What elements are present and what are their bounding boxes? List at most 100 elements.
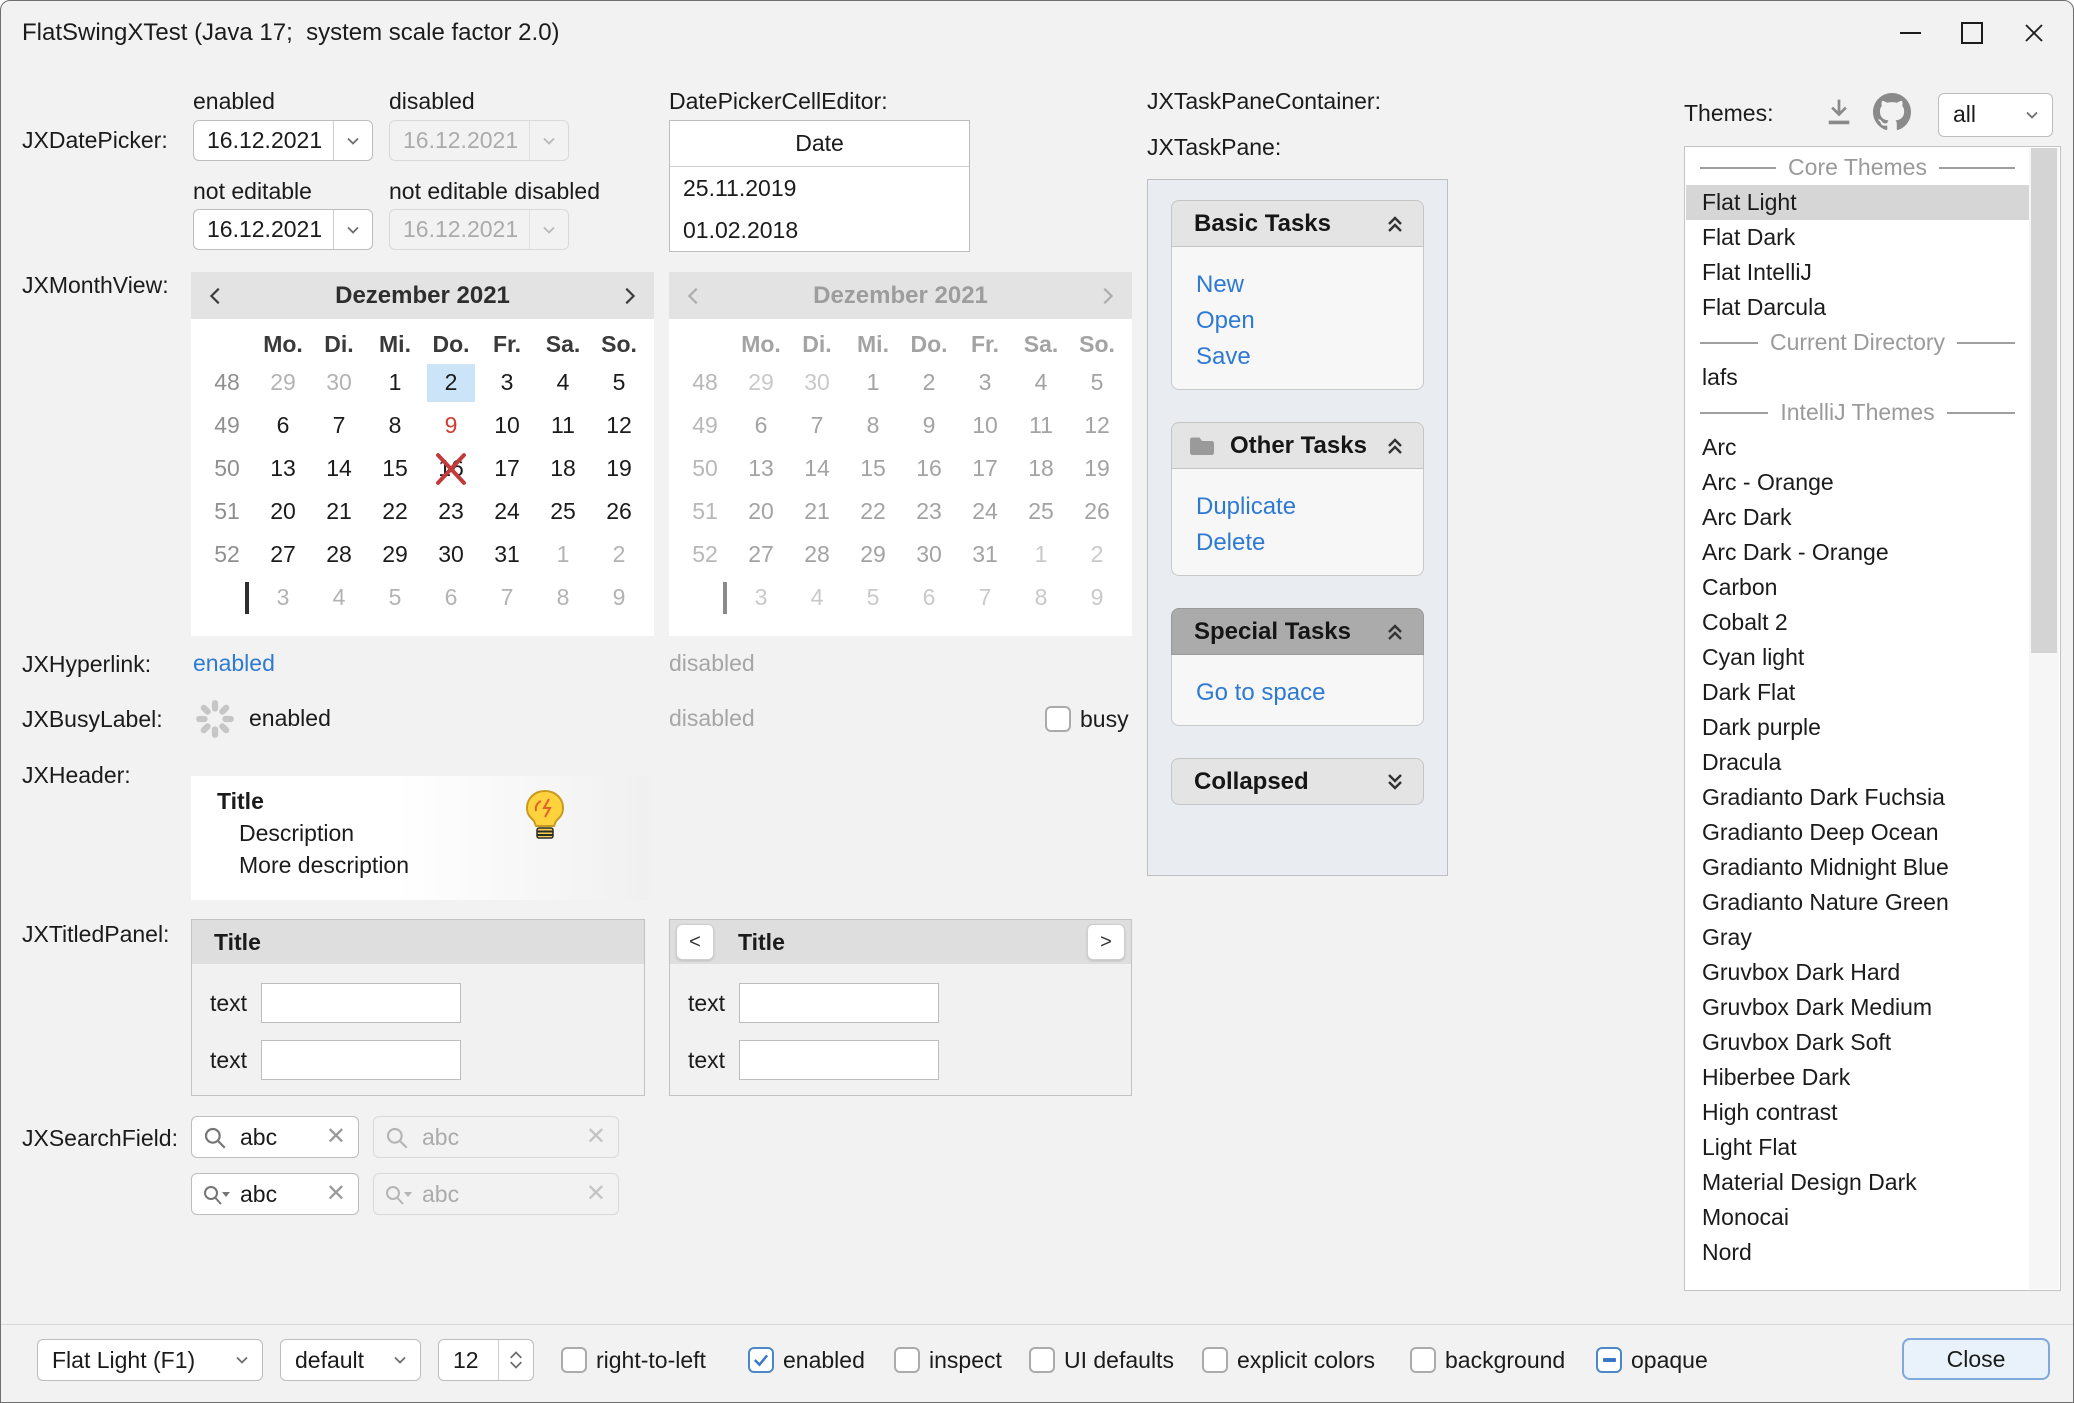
calendar-day[interactable]: 1 [535, 533, 591, 576]
text-field[interactable] [739, 983, 939, 1023]
calendar-day[interactable]: 27 [255, 533, 311, 576]
checkbox-unchecked[interactable] [894, 1347, 920, 1373]
task-link[interactable]: Save [1196, 339, 1423, 375]
checkbox-unchecked[interactable] [1410, 1347, 1436, 1373]
theme-item[interactable]: Dark Flat [1686, 675, 2029, 710]
calendar-day[interactable]: 8 [367, 404, 423, 447]
taskpane-header[interactable]: Special Tasks [1171, 608, 1424, 655]
theme-item[interactable]: Flat Dark [1686, 220, 2029, 255]
minimize-button[interactable] [1879, 1, 1941, 65]
busy-checkbox[interactable]: busy [1045, 702, 1129, 736]
prev-button[interactable]: < [676, 924, 714, 960]
next-month-button[interactable] [604, 285, 654, 307]
task-link[interactable]: Go to space [1196, 675, 1423, 711]
spinner-value[interactable]: 12 [453, 1340, 479, 1380]
toolbar-checkbox[interactable]: enabled [748, 1339, 865, 1381]
clear-icon[interactable]: ✕ [326, 1117, 346, 1157]
checkbox-checked[interactable] [748, 1347, 774, 1373]
search-input[interactable]: abc [240, 1117, 277, 1157]
text-field[interactable] [739, 1040, 939, 1080]
chevron-double-up-icon[interactable] [1383, 434, 1423, 458]
calendar-day[interactable]: 12 [591, 404, 647, 447]
calendar-day[interactable]: 26 [591, 490, 647, 533]
theme-item[interactable]: Material Design Dark [1686, 1165, 2029, 1200]
taskpane-header[interactable]: Collapsed [1171, 758, 1424, 805]
calendar-day[interactable]: 4 [311, 576, 367, 619]
table-row[interactable]: 01.02.2018 [670, 209, 969, 251]
theme-item[interactable]: Gruvbox Dark Medium [1686, 990, 2029, 1025]
calendar-day[interactable]: 13 [255, 447, 311, 490]
checkbox-unchecked[interactable] [1202, 1347, 1228, 1373]
theme-item[interactable]: Arc [1686, 430, 2029, 465]
calendar-day[interactable]: 3 [479, 361, 535, 404]
calendar-day[interactable]: 10 [479, 404, 535, 447]
theme-item[interactable]: Arc Dark - Orange [1686, 535, 2029, 570]
theme-item[interactable]: Carbon [1686, 570, 2029, 605]
chevron-double-up-icon[interactable] [1383, 212, 1423, 236]
calendar-day[interactable]: 22 [367, 490, 423, 533]
theme-item[interactable]: Gradianto Midnight Blue [1686, 850, 2029, 885]
toolbar-checkbox[interactable]: explicit colors [1202, 1339, 1375, 1381]
theme-item[interactable]: Flat Darcula [1686, 290, 2029, 325]
calendar-day[interactable]: 24 [479, 490, 535, 533]
toolbar-checkbox[interactable]: opaque [1596, 1339, 1708, 1381]
scrollbar-thumb[interactable] [2031, 148, 2057, 653]
theme-item[interactable]: Dracula [1686, 745, 2029, 780]
calendar-day[interactable]: 25 [535, 490, 591, 533]
close-button[interactable]: Close [1902, 1338, 2050, 1380]
task-link[interactable]: New [1196, 267, 1423, 303]
calendar-day[interactable]: 2 [591, 533, 647, 576]
calendar-day[interactable]: 29 [367, 533, 423, 576]
calendar-day[interactable]: 30 [311, 361, 367, 404]
search-input[interactable]: abc [240, 1174, 277, 1214]
calendar-day[interactable]: 1 [367, 361, 423, 404]
calendar-day[interactable]: 4 [535, 361, 591, 404]
theme-item[interactable]: Flat Light [1686, 185, 2029, 220]
task-link[interactable]: Duplicate [1196, 489, 1423, 525]
calendar-day[interactable]: 7 [311, 404, 367, 447]
toolbar-checkbox[interactable]: right-to-left [561, 1339, 706, 1381]
maximize-button[interactable] [1941, 1, 2003, 65]
search-dropdown-icon[interactable] [202, 1182, 232, 1214]
table-row[interactable]: 25.11.2019 [670, 167, 969, 209]
task-link[interactable]: Delete [1196, 525, 1423, 561]
calendar-day[interactable]: 9 [423, 404, 479, 447]
task-link[interactable]: Open [1196, 303, 1423, 339]
calendar-day[interactable]: 29 [255, 361, 311, 404]
calendar-day[interactable]: 30 [423, 533, 479, 576]
hyperlink-enabled[interactable]: enabled [193, 650, 275, 677]
date-table[interactable]: Date 25.11.201901.02.2018 [669, 120, 970, 252]
taskpane-header[interactable]: Other Tasks [1171, 422, 1424, 469]
calendar-day[interactable]: 16 [423, 447, 479, 490]
toolbar-checkbox[interactable]: inspect [894, 1339, 1002, 1381]
calendar-day[interactable]: 15 [367, 447, 423, 490]
theme-item[interactable]: Nord [1686, 1235, 2029, 1270]
clear-icon[interactable]: ✕ [326, 1174, 346, 1214]
theme-item[interactable]: Cobalt 2 [1686, 605, 2029, 640]
text-field[interactable] [261, 983, 461, 1023]
calendar-day[interactable]: 31 [479, 533, 535, 576]
calendar-day[interactable]: 9 [591, 576, 647, 619]
calendar-day[interactable]: 5 [591, 361, 647, 404]
calendar-day[interactable]: 6 [255, 404, 311, 447]
spinner-buttons[interactable] [498, 1340, 533, 1380]
font-size-spinner[interactable]: 12 [438, 1339, 534, 1381]
datepicker-enabled[interactable]: 16.12.2021 [193, 120, 373, 161]
calendar-day[interactable]: 14 [311, 447, 367, 490]
theme-item[interactable]: Monocai [1686, 1200, 2029, 1235]
checkbox-unchecked[interactable] [1029, 1347, 1055, 1373]
theme-item[interactable]: Arc - Orange [1686, 465, 2029, 500]
download-themes-button[interactable] [1823, 95, 1855, 127]
checkbox-indeterminate[interactable] [1596, 1347, 1622, 1373]
theme-item[interactable]: Hiberbee Dark [1686, 1060, 2029, 1095]
taskpane-header[interactable]: Basic Tasks [1171, 200, 1424, 247]
datepicker-not-editable[interactable]: 16.12.2021 [193, 209, 373, 250]
close-window-button[interactable] [2003, 1, 2065, 65]
calendar-day[interactable]: 19 [591, 447, 647, 490]
prev-month-button[interactable] [191, 285, 241, 307]
text-field[interactable] [261, 1040, 461, 1080]
checkbox-unchecked[interactable] [1045, 706, 1071, 732]
monthview-enabled[interactable]: Dezember 2021Mo.Di.Mi.Do.Fr.Sa.So.482930… [191, 272, 654, 636]
calendar-day[interactable]: 17 [479, 447, 535, 490]
calendar-day[interactable]: 5 [367, 576, 423, 619]
